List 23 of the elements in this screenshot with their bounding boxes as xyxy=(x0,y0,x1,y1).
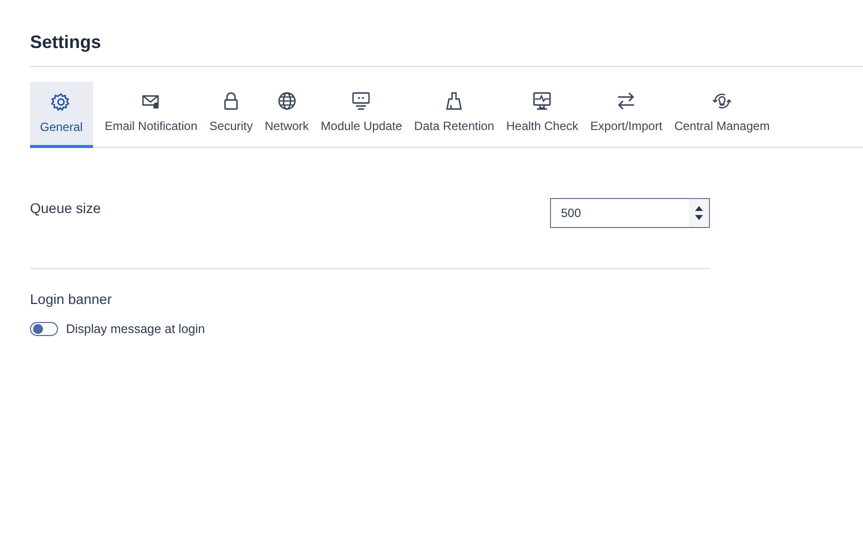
gear-icon xyxy=(51,92,72,112)
swap-arrows-icon xyxy=(616,91,636,111)
toggle-switch[interactable] xyxy=(30,322,58,336)
tab[interactable]: General xyxy=(30,82,93,148)
lightbulb-cycle-icon xyxy=(712,91,732,111)
monitor-pulse-icon xyxy=(532,91,552,111)
tab[interactable]: Network xyxy=(264,81,309,147)
up-arrow-icon[interactable] xyxy=(695,206,703,211)
field-label: Queue size xyxy=(30,199,101,218)
toggle-label: Display message at login xyxy=(66,321,205,338)
page-title: Settings xyxy=(30,31,102,54)
tab[interactable]: Health Check xyxy=(506,81,578,147)
brush-icon xyxy=(444,91,464,111)
tab[interactable]: Module Update xyxy=(320,81,402,147)
terminal-icon xyxy=(351,91,372,111)
tab[interactable]: Data Retention xyxy=(414,81,494,147)
section-heading: Login banner xyxy=(30,290,113,309)
tab[interactable]: Email Notification xyxy=(104,81,198,147)
down-arrow-icon[interactable] xyxy=(695,215,703,220)
globe-icon xyxy=(276,91,297,111)
tab[interactable]: Central Managem xyxy=(674,81,770,147)
tab[interactable]: Export/Import xyxy=(590,81,662,147)
tab[interactable]: Security xyxy=(209,81,253,147)
